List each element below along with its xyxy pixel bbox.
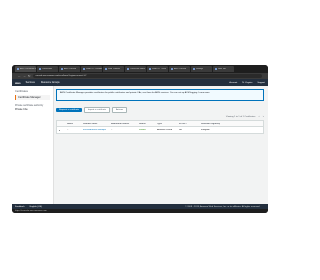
sidebar-item-private-cas[interactable]: Private CAs — [15, 108, 50, 111]
favicon-icon — [17, 68, 19, 70]
account-menu[interactable]: Account — [229, 82, 237, 84]
sidebar-section-title: Private certificate authority — [15, 104, 44, 107]
browser-tab[interactable]: AWS Console — [169, 66, 190, 72]
column-header[interactable]: Domain name — [81, 123, 109, 125]
copyright-text: © 2008 - 2019, Amazon Web Services, Inc.… — [185, 205, 260, 208]
favicon-icon — [193, 68, 195, 70]
browser-tab-label: Web Tutorials — [108, 68, 121, 70]
cell-name: – — [67, 129, 69, 131]
url-input[interactable]: console.aws.amazon.com/acm/home?region=u… — [32, 74, 262, 78]
browser-tab-label: AWS Console — [64, 68, 77, 70]
toolbar: Request a certificate Import a certifica… — [56, 107, 264, 113]
support-menu[interactable]: Support — [257, 82, 265, 84]
browser-tab[interactable]: Settings — [191, 66, 212, 72]
cell-additional-names: – — [111, 129, 113, 131]
row-expand-icon[interactable]: ▸ — [57, 129, 65, 132]
browser-tab-label: AWS Certificate Manager — [20, 68, 36, 70]
request-certificate-button[interactable]: Request a certificate — [56, 108, 82, 112]
column-header[interactable]: Status — [137, 123, 155, 125]
favicon-icon — [149, 68, 151, 70]
cell-in-use: No — [179, 129, 182, 131]
browser-tab-label: Certificates — [42, 68, 53, 70]
aws-top-nav: aws Services Resource Groups Account N. … — [12, 79, 268, 86]
browser-tab[interactable]: WebRTC TURN — [147, 66, 168, 72]
browser-tab[interactable]: Certificate Status — [125, 66, 146, 72]
cell-domain-name[interactable]: test.webrtctest.example — [81, 129, 109, 131]
import-certificate-button[interactable]: Import a certificate — [83, 107, 110, 113]
column-header[interactable]: Name — [65, 123, 81, 125]
favicon-icon — [171, 68, 173, 70]
feedback-link[interactable]: Feedback — [15, 206, 25, 208]
browser-tab[interactable]: New Tab — [213, 66, 234, 72]
cell-status: Issued — [139, 129, 146, 131]
console-content: Certificates Certificate Manager Private… — [12, 86, 268, 204]
favicon-icon — [215, 68, 217, 70]
prev-page-button[interactable]: < — [258, 116, 259, 118]
browser-tab[interactable]: AWS Certificate Manager — [15, 66, 36, 72]
info-banner: AWS Certificate Manager provides certifi… — [56, 89, 264, 101]
browser-tab-label: Settings — [196, 68, 204, 70]
region-menu[interactable]: N. Virginia — [242, 82, 252, 84]
language-selector[interactable]: English (US) — [30, 206, 42, 208]
pagination: Viewing 1 to 1 of 1 Certificates < > — [56, 116, 264, 118]
resource-groups-menu[interactable]: Resource Groups — [41, 81, 60, 84]
browser-window: AWS Certificate Manager Certificates AWS… — [12, 65, 268, 213]
certificates-table: Name Domain name Additional names Status… — [56, 120, 264, 134]
browser-tab[interactable]: Web Tutorials — [103, 66, 124, 72]
cell-type: Amazon Issued — [157, 129, 173, 131]
sidebar-section-title: Certificates — [15, 90, 28, 93]
column-header[interactable]: Additional names — [109, 123, 137, 125]
browser-tab[interactable]: Certificates — [37, 66, 58, 72]
cell-renewal-eligibility: Ineligible — [201, 129, 210, 131]
sidebar-item-certificate-manager[interactable]: Certificate Manager — [15, 95, 50, 100]
pagination-status: Viewing 1 to 1 of 1 Certificates — [225, 116, 256, 118]
actions-dropdown[interactable]: Actions — [111, 107, 128, 113]
browser-tab-label: New Tab — [218, 68, 226, 70]
table-row[interactable]: ▸ – test.webrtctest.example – Issued Ama… — [57, 127, 263, 133]
browser-tab-label: WebRTC Providers — [86, 68, 102, 70]
back-arrow-icon[interactable]: ← — [18, 74, 21, 78]
favicon-icon — [61, 68, 63, 70]
browser-tab-label: WebRTC TURN — [152, 68, 167, 70]
reload-icon[interactable]: ↻ — [28, 74, 31, 78]
browser-tab-label: Certificate Status — [130, 68, 146, 70]
browser-tab[interactable]: WebRTC Providers — [81, 66, 102, 72]
column-header[interactable]: Type — [155, 123, 177, 125]
favicon-icon — [39, 68, 41, 70]
main-panel: AWS Certificate Manager provides certifi… — [56, 89, 264, 134]
browser-tab-label: AWS Console — [174, 68, 187, 70]
tab-strip: AWS Certificate Manager Certificates AWS… — [12, 65, 268, 73]
sidebar: Certificates Certificate Manager Private… — [12, 86, 54, 204]
forward-arrow-icon[interactable]: → — [23, 74, 26, 78]
nav-right-group: Account N. Virginia Support — [224, 82, 265, 84]
favicon-icon — [83, 68, 85, 70]
aws-logo[interactable]: aws — [15, 81, 21, 85]
favicon-icon — [127, 68, 129, 70]
column-header[interactable]: Renewal eligibility — [199, 123, 233, 125]
column-header[interactable]: In use? — [177, 123, 199, 125]
browser-tab[interactable]: AWS Console — [59, 66, 80, 72]
favicon-icon — [105, 68, 107, 70]
services-menu[interactable]: Services — [26, 81, 35, 84]
status-url: https://console.aws.amazon.com — [15, 210, 47, 212]
next-page-button[interactable]: > — [263, 116, 264, 118]
browser-status-bar: https://console.aws.amazon.com — [12, 209, 268, 213]
